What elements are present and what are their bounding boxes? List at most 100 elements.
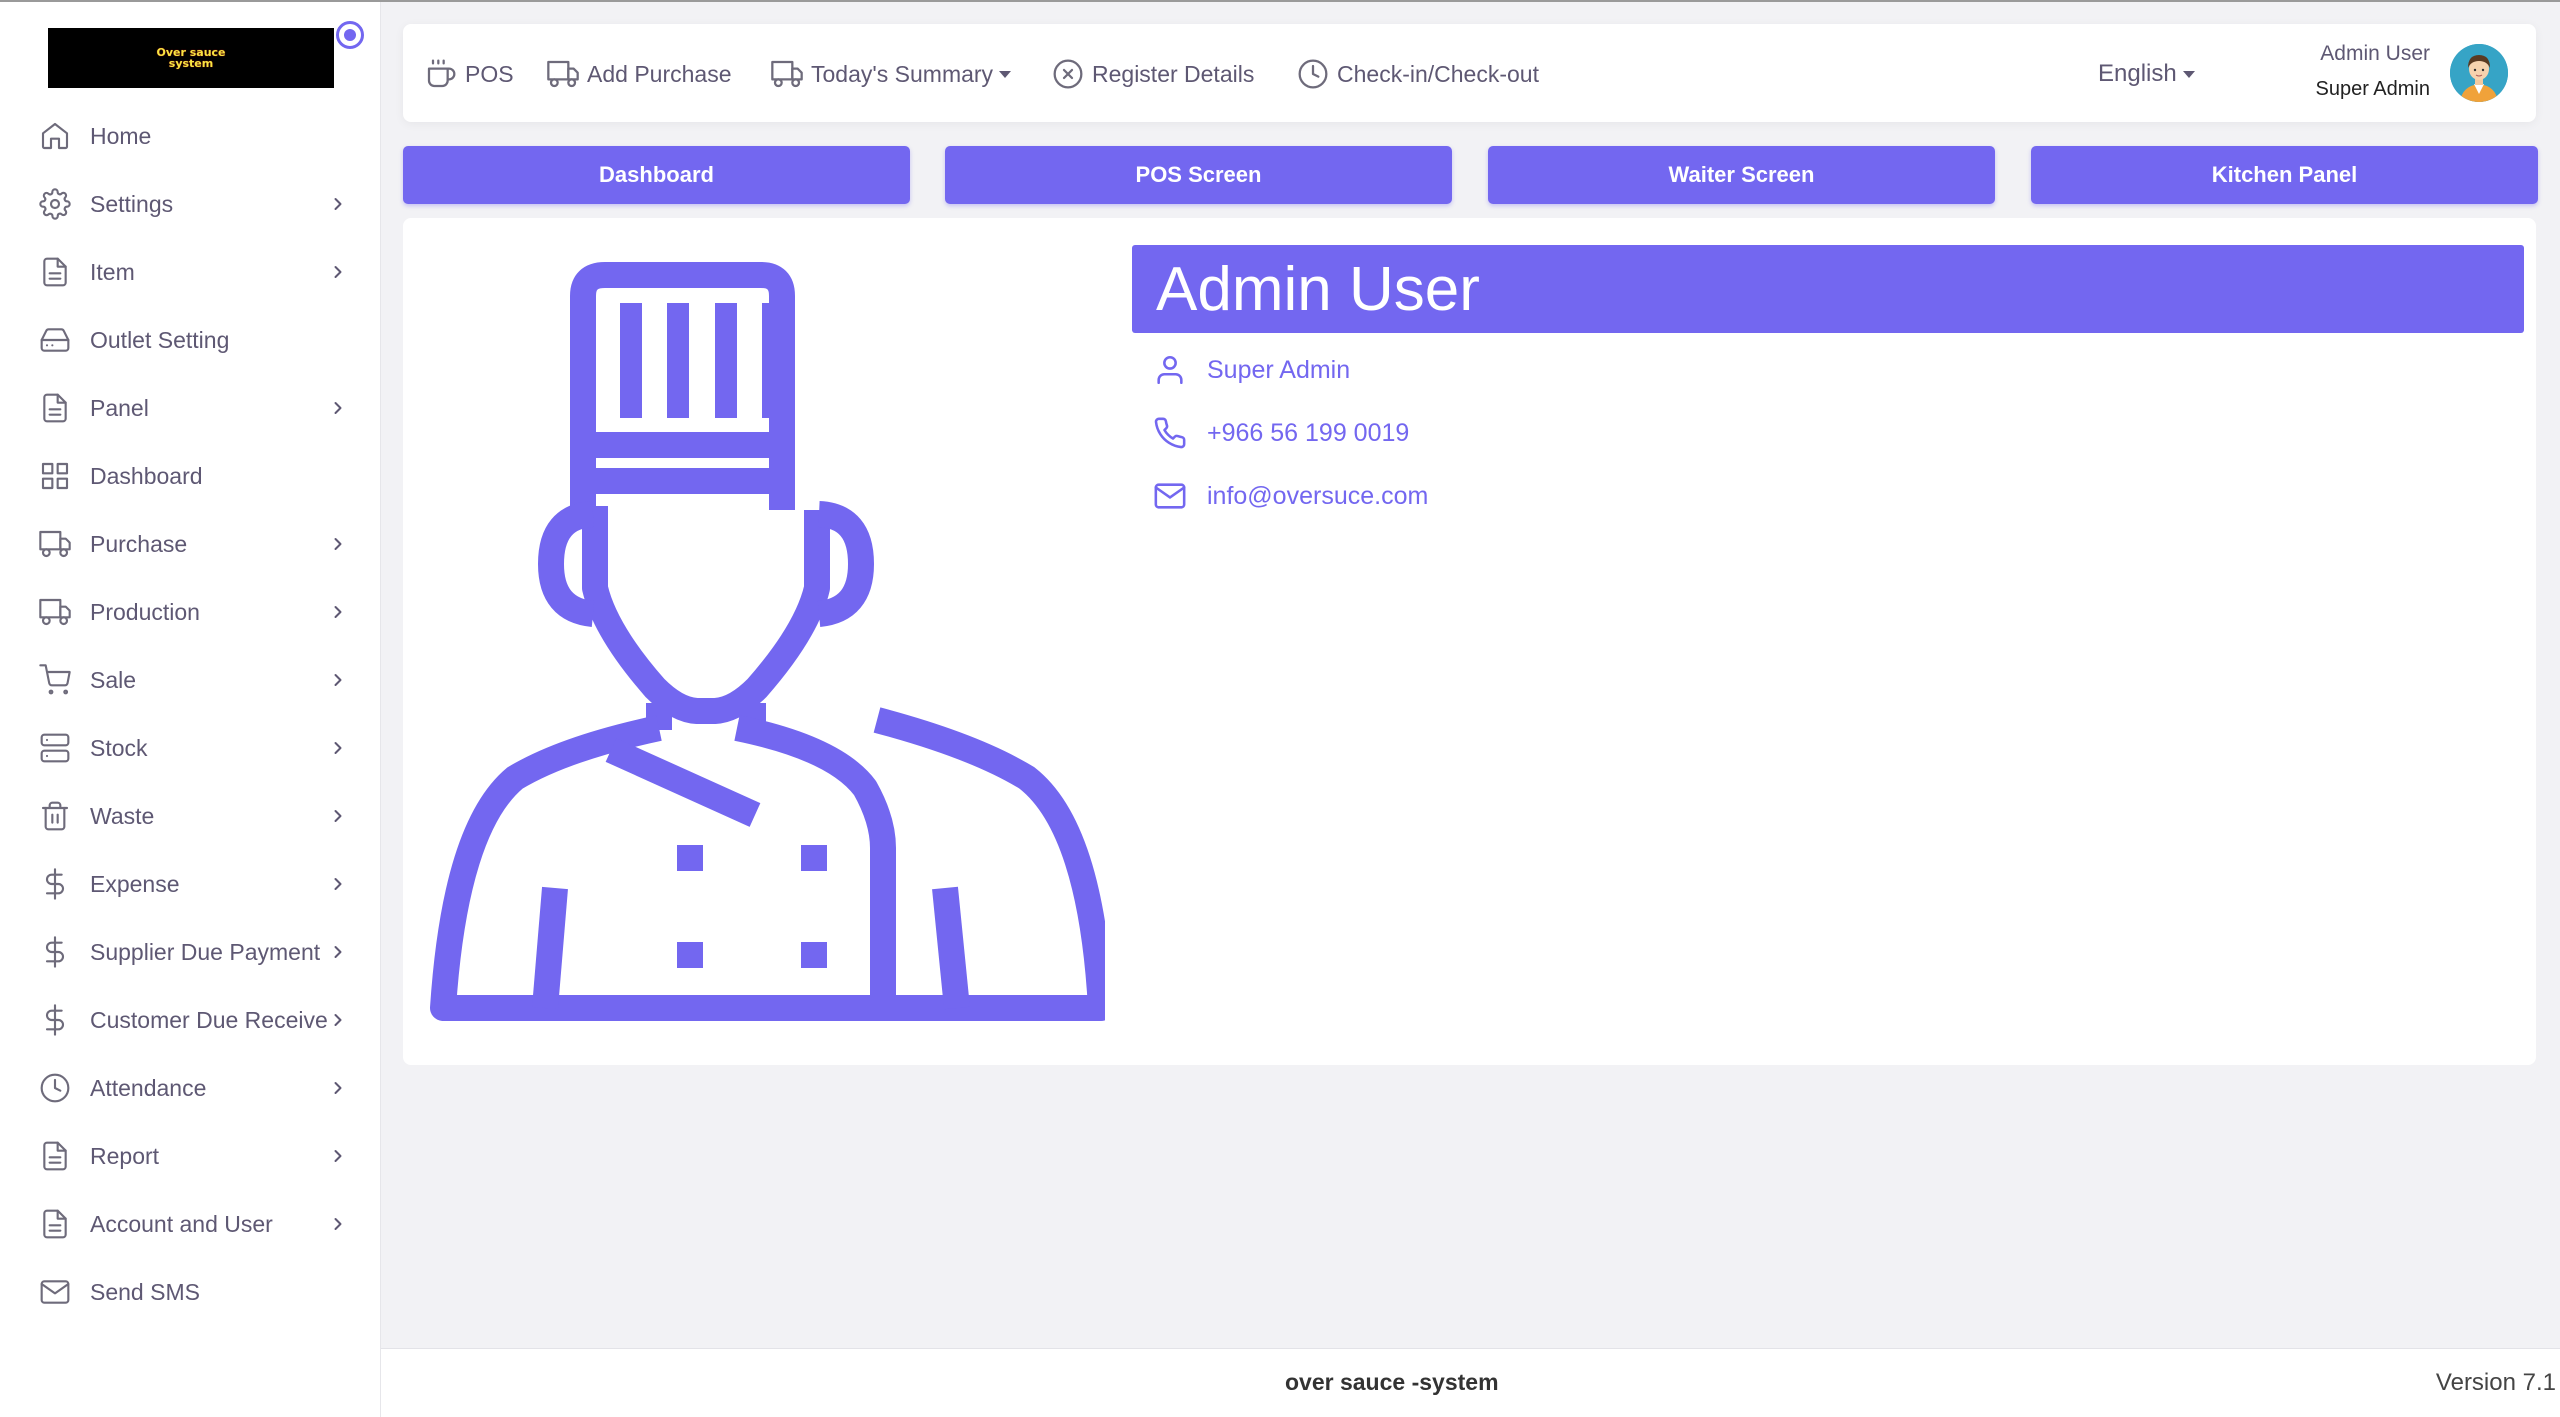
footer: over sauce -system Version 7.1 [381,1348,2560,1417]
sidebar-item-label: Customer Due Receive [90,1006,328,1033]
pos-link[interactable]: POS [425,54,514,94]
sidebar-item-label: Panel [90,394,149,421]
profile-email-row: info@oversuce.com [1153,476,1428,516]
file-icon [38,255,72,289]
sidebar-item-label: Attendance [90,1074,207,1101]
file-icon [38,1139,72,1173]
todays-summary-dropdown[interactable]: Today's Summary [771,54,1012,94]
mail-icon [1154,483,1186,509]
sidebar-item-home[interactable]: Home [0,102,381,170]
sidebar-item-production[interactable]: Production [0,578,381,646]
sidebar-item-sale[interactable]: Sale [0,646,381,714]
window-top-border [0,0,2560,2]
chevron-right-icon [328,194,348,214]
user-avatar-icon [2450,44,2508,102]
sidebar-item-attendance[interactable]: Attendance [0,1054,381,1122]
server-icon [38,731,72,765]
sidebar-item-account-and-user[interactable]: Account and User [0,1190,381,1258]
caret-down-icon [2182,70,2195,78]
language-label: English [2098,60,2177,87]
sidebar-item-waste[interactable]: Waste [0,782,381,850]
cart-icon [38,663,72,697]
profile-role-row: Super Admin [1153,350,1350,390]
sidebar-item-panel[interactable]: Panel [0,374,381,442]
sidebar-item-label: Waste [90,802,155,829]
trash-icon [38,799,72,833]
sidebar-collapse-toggle[interactable] [336,21,364,49]
chevron-right-icon [328,1214,348,1234]
top-navbar: POS Add Purchase Today's Summary Registe… [403,24,2536,122]
clock-icon [38,1071,72,1105]
sidebar-item-report[interactable]: Report [0,1122,381,1190]
logo-text-line2: system [168,57,214,70]
sidebar-item-label: Outlet Setting [90,326,230,353]
check-in-out-label: Check-in/Check-out [1337,60,1539,87]
profile-card: Admin User Super Admin +966 56 199 0019 … [403,218,2536,1065]
sidebar-item-purchase[interactable]: Purchase [0,510,381,578]
dollar-icon [38,1003,72,1037]
hard-drive-icon [38,323,72,357]
x-circle-icon [1053,59,1083,89]
sidebar-item-expense[interactable]: Expense [0,850,381,918]
sidebar-item-label: Send SMS [90,1278,200,1305]
truck-icon [547,60,579,88]
profile-name-banner: Admin User [1132,245,2524,333]
user-name: Admin User [2320,42,2430,65]
kitchen-panel-button[interactable]: Kitchen Panel [2031,146,2538,204]
sidebar-item-settings[interactable]: Settings [0,170,381,238]
sidebar-item-item[interactable]: Item [0,238,381,306]
chevron-right-icon [328,262,348,282]
sidebar-item-label: Account and User [90,1210,273,1237]
sidebar-item-label: Supplier Due Payment [90,938,321,965]
user-role: Super Admin [2315,78,2430,100]
chevron-right-icon [328,398,348,418]
sidebar-item-label: Item [90,258,135,285]
chevron-right-icon [328,806,348,826]
waiter-screen-button[interactable]: Waiter Screen [1488,146,1995,204]
dollar-icon [38,935,72,969]
sidebar-item-label: Purchase [90,530,188,557]
profile-role: Super Admin [1207,355,1351,384]
sidebar-item-label: Production [90,598,200,625]
profile-phone: +966 56 199 0019 [1207,418,1410,447]
sidebar-item-stock[interactable]: Stock [0,714,381,782]
sidebar-nav: Home Settings Item Outlet Setting Panel Dashb… [0,102,381,1326]
sidebar-item-dashboard[interactable]: Dashboard [0,442,381,510]
add-purchase-link[interactable]: Add Purchase [547,54,731,94]
sidebar-item-label: Home [90,122,152,149]
chef-illustration-icon [430,262,1105,1021]
sidebar-item-send-sms[interactable]: Send SMS [0,1258,381,1326]
language-dropdown[interactable]: English [2098,60,2195,88]
sidebar-item-label: Sale [90,666,137,693]
dashboard-button[interactable]: Dashboard [403,146,910,204]
sidebar-item-label: Dashboard [90,462,203,489]
gear-icon [38,187,72,221]
sidebar: Over sauce system Home Settings Item Outlet… [0,2,381,1417]
user-icon [1157,355,1183,385]
register-details-label: Register Details [1092,60,1255,87]
truck-icon [38,527,72,561]
dollar-icon [38,867,72,901]
sidebar-item-label: Expense [90,870,180,897]
check-in-out-link[interactable]: Check-in/Check-out [1297,54,1539,94]
register-details-link[interactable]: Register Details [1052,54,1254,94]
sidebar-item-customer-due-receive[interactable]: Customer Due Receive [0,986,381,1054]
file-icon [38,391,72,425]
brand-logo[interactable]: Over sauce system [48,28,334,88]
avatar[interactable] [2450,44,2508,102]
chevron-right-icon [328,670,348,690]
chevron-right-icon [328,738,348,758]
pos-link-label: POS [465,60,514,87]
pos-screen-button[interactable]: POS Screen [945,146,1452,204]
clock-icon [1298,59,1328,89]
coffee-cup-icon [427,59,456,88]
chevron-right-icon [328,534,348,554]
phone-icon [1154,417,1186,449]
chevron-right-icon [328,602,348,622]
add-purchase-label: Add Purchase [587,60,732,87]
sidebar-item-label: Settings [90,190,174,217]
sidebar-item-outlet-setting[interactable]: Outlet Setting [0,306,381,374]
chevron-right-icon [328,1146,348,1166]
sidebar-item-supplier-due-payment[interactable]: Supplier Due Payment [0,918,381,986]
chevron-right-icon [328,1010,348,1030]
